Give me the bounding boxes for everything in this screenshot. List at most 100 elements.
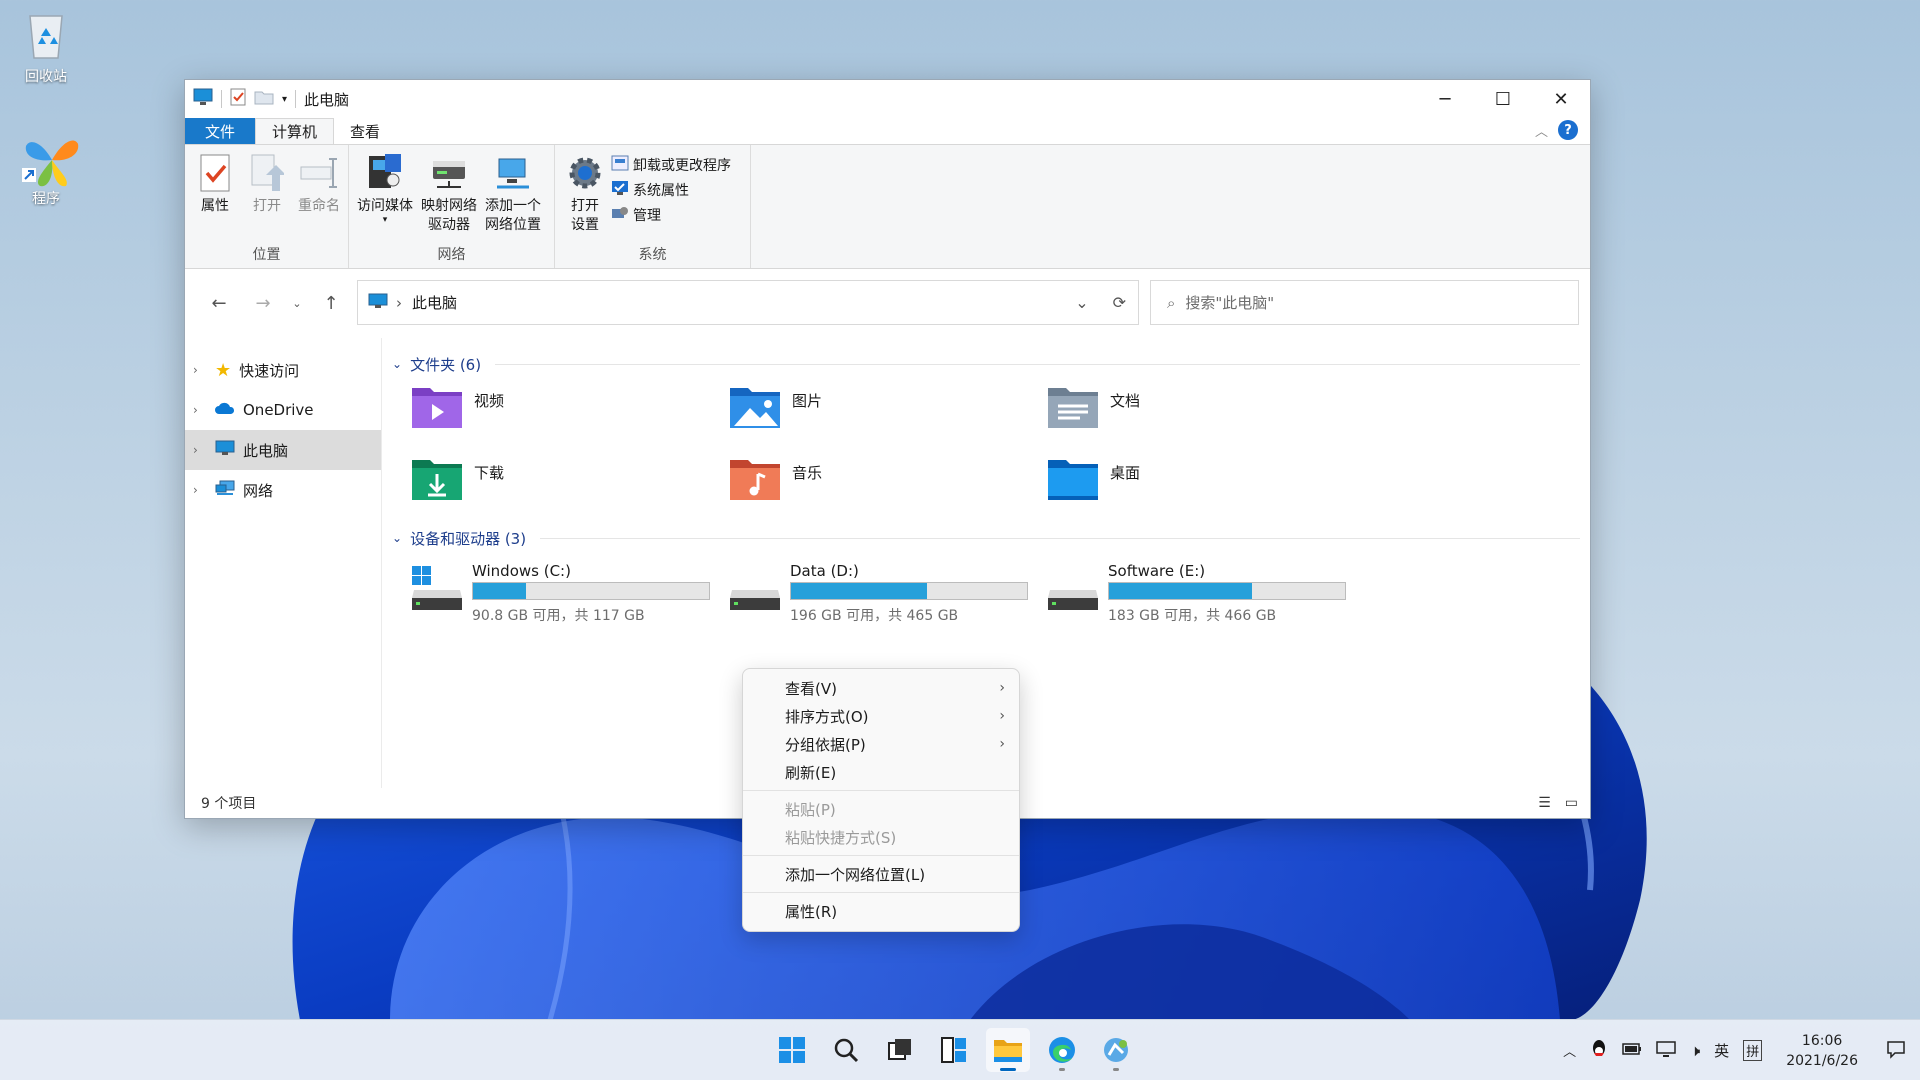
manage-label: 管理 xyxy=(633,208,661,224)
address-bar[interactable]: › 此电脑 ⌄ ⟳ xyxy=(357,280,1139,325)
recent-locations-icon[interactable]: ⌄ xyxy=(285,297,309,310)
breadcrumb-this-pc[interactable]: 此电脑 xyxy=(412,292,457,313)
tab-computer[interactable]: 计算机 xyxy=(255,118,335,144)
media-icon xyxy=(363,151,407,195)
network-location-icon xyxy=(491,151,535,195)
search-taskbar-button[interactable] xyxy=(824,1028,868,1072)
sidebar-item-this-pc[interactable]: › 此电脑 xyxy=(185,430,381,470)
menu-item-label: 添加一个网络位置(L) xyxy=(785,865,926,884)
show-hidden-icons-icon[interactable]: ︿ xyxy=(1563,1041,1576,1060)
start-button[interactable] xyxy=(770,1028,814,1072)
properties-icon xyxy=(193,151,237,195)
drive-e[interactable]: Software (E:) 183 GB 可用，共 466 GB xyxy=(1046,562,1364,625)
rename-icon xyxy=(297,151,341,195)
close-button[interactable]: ✕ xyxy=(1532,80,1590,118)
navigation-bar: ← → ⌄ ↑ › 此电脑 ⌄ ⟳ ⌕ 搜索"此电脑" xyxy=(185,269,1590,337)
tab-view[interactable]: 查看 xyxy=(334,118,396,144)
folders-section-header[interactable]: ⌄ 文件夹 (6) xyxy=(392,350,1580,378)
search-box[interactable]: ⌕ 搜索"此电脑" xyxy=(1150,280,1579,325)
menu-item-paste-shortcut[interactable]: 粘贴快捷方式(S) xyxy=(743,823,1019,851)
qq-icon[interactable] xyxy=(1590,1039,1608,1063)
hard-drive-icon xyxy=(1048,590,1098,610)
manage-button[interactable]: 管理 xyxy=(611,205,731,225)
task-view-button[interactable] xyxy=(878,1028,922,1072)
notification-center-icon[interactable] xyxy=(1886,1039,1906,1063)
collapse-ribbon-icon[interactable]: ︿ xyxy=(1535,121,1548,140)
menu-item-refresh[interactable]: 刷新(E) xyxy=(743,758,1019,786)
menu-item-properties[interactable]: 属性(R) xyxy=(743,897,1019,925)
help-icon[interactable]: ? xyxy=(1558,120,1578,140)
collapse-chevron-icon[interactable]: ⌄ xyxy=(392,357,402,371)
add-network-label-2: 网络位置 xyxy=(485,217,541,233)
battery-icon[interactable] xyxy=(1622,1042,1642,1060)
title-bar[interactable]: ▾ 此电脑 ─ ☐ ✕ xyxy=(185,80,1590,118)
sidebar-item-network[interactable]: › 网络 xyxy=(185,470,381,510)
collapse-chevron-icon[interactable]: ⌄ xyxy=(392,531,402,545)
address-dropdown-icon[interactable]: ⌄ xyxy=(1075,293,1088,312)
sidebar-item-quick-access[interactable]: › ★ 快速访问 xyxy=(185,350,381,390)
sidebar-label: OneDrive xyxy=(243,401,314,419)
qat-dropdown-icon[interactable]: ▾ xyxy=(282,94,287,105)
volume-icon[interactable]: 🕨 xyxy=(1690,1041,1700,1061)
drive-label: Software (E:) xyxy=(1108,562,1206,580)
drives-section-header[interactable]: ⌄ 设备和驱动器 (3) xyxy=(392,524,1580,552)
folder-documents[interactable]: 文档 xyxy=(1046,378,1364,450)
file-explorer-taskbar-button[interactable] xyxy=(986,1028,1030,1072)
large-icons-view-icon[interactable]: ▭ xyxy=(1565,795,1578,811)
expand-chevron-icon[interactable]: › xyxy=(193,483,207,497)
drive-free-space: 90.8 GB 可用，共 117 GB xyxy=(472,608,645,624)
folder-label: 音乐 xyxy=(792,464,823,482)
minimize-button[interactable]: ─ xyxy=(1416,80,1474,118)
widgets-button[interactable] xyxy=(932,1028,976,1072)
expand-chevron-icon[interactable]: › xyxy=(193,443,207,457)
menu-separator xyxy=(743,855,1019,856)
up-arrow-icon[interactable]: ↑ xyxy=(309,293,353,314)
uninstall-label: 卸载或更改程序 xyxy=(633,158,731,174)
folder-pictures[interactable]: 图片 xyxy=(728,378,1046,450)
details-view-icon[interactable]: ☰ xyxy=(1538,795,1551,811)
edge-browser-button[interactable] xyxy=(1040,1028,1084,1072)
control-panel-button[interactable] xyxy=(1094,1028,1138,1072)
back-arrow-icon[interactable]: ← xyxy=(197,293,241,314)
system-properties-button[interactable]: 系统属性 xyxy=(611,180,731,200)
program-shortcut-icon[interactable]: 程序 xyxy=(1,132,91,208)
menu-item-add-network-location[interactable]: 添加一个网络位置(L) xyxy=(743,860,1019,888)
clock-time: 16:06 xyxy=(1801,1032,1843,1049)
open-settings-label-2: 设置 xyxy=(571,217,599,233)
menu-separator xyxy=(743,790,1019,791)
this-pc-icon xyxy=(193,88,213,110)
ime-language-indicator[interactable]: 英 xyxy=(1714,1040,1729,1061)
system-properties-icon xyxy=(611,180,629,200)
menu-item-paste[interactable]: 粘贴(P) xyxy=(743,795,1019,823)
forward-arrow-icon[interactable]: → xyxy=(241,293,285,314)
folder-icon xyxy=(994,1040,1022,1062)
menu-item-group-by[interactable]: 分组依据(P) › xyxy=(743,730,1019,758)
folder-desktop[interactable]: 桌面 xyxy=(1046,450,1364,522)
menu-item-sort[interactable]: 排序方式(O) › xyxy=(743,702,1019,730)
sidebar-item-onedrive[interactable]: › OneDrive xyxy=(185,390,381,430)
refresh-icon[interactable]: ⟳ xyxy=(1113,293,1126,312)
expand-chevron-icon[interactable]: › xyxy=(193,363,207,377)
item-count: 9 个项目 xyxy=(201,796,257,812)
menu-item-view[interactable]: 查看(V) › xyxy=(743,674,1019,702)
drive-c[interactable]: Windows (C:) 90.8 GB 可用，共 117 GB xyxy=(410,562,728,625)
open-icon xyxy=(245,151,289,195)
maximize-button[interactable]: ☐ xyxy=(1474,80,1532,118)
recycle-bin-icon[interactable]: 回收站 xyxy=(1,10,91,86)
uninstall-program-button[interactable]: 卸载或更改程序 xyxy=(611,155,731,175)
add-network-label-1: 添加一个 xyxy=(485,198,541,214)
folder-downloads[interactable]: 下载 xyxy=(410,450,728,522)
folder-music[interactable]: 音乐 xyxy=(728,450,1046,522)
new-folder-qat-icon[interactable] xyxy=(254,89,274,109)
expand-chevron-icon[interactable]: › xyxy=(193,403,207,417)
widgets-icon xyxy=(941,1037,966,1063)
tab-file[interactable]: 文件 xyxy=(185,118,255,144)
properties-qat-icon[interactable] xyxy=(230,88,246,110)
menu-item-label: 粘贴快捷方式(S) xyxy=(785,828,897,847)
network-status-icon[interactable] xyxy=(1656,1040,1676,1062)
ime-mode-indicator[interactable]: 拼 xyxy=(1743,1040,1763,1061)
drive-d[interactable]: Data (D:) 196 GB 可用，共 465 GB xyxy=(728,562,1046,625)
navigation-pane: › ★ 快速访问 › OneDrive › 此电脑 › 网络 xyxy=(185,338,382,788)
clock[interactable]: 16:06 2021/6/26 xyxy=(1786,1031,1858,1071)
folder-videos[interactable]: 视频 xyxy=(410,378,728,450)
